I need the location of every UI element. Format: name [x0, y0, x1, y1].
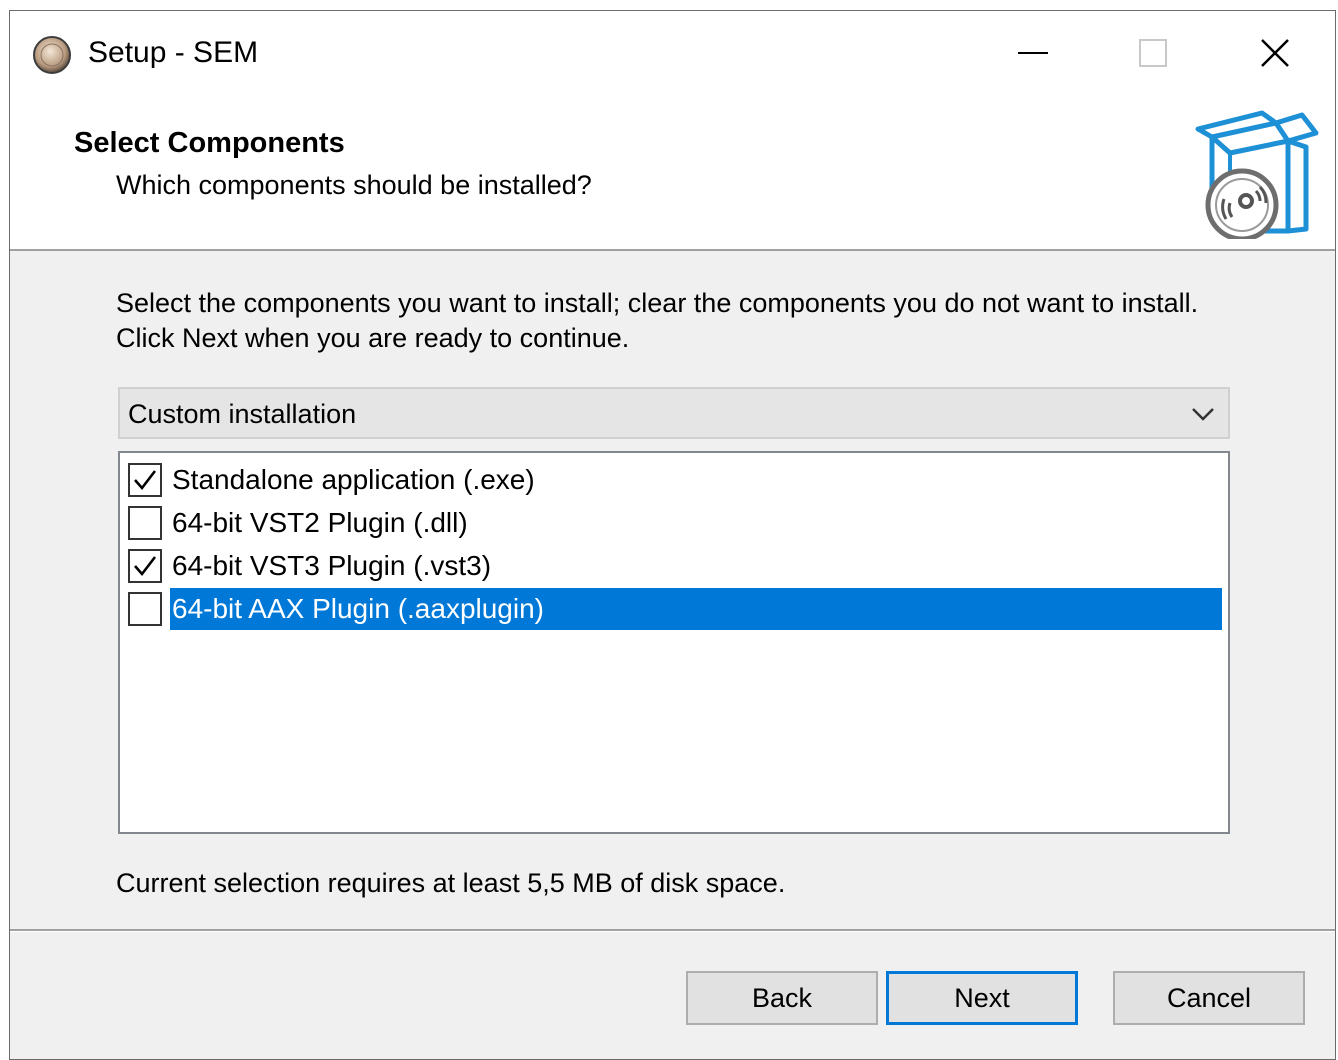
- checkmark-icon: [134, 556, 157, 577]
- install-type-dropdown[interactable]: Custom installation: [118, 387, 1230, 439]
- component-label: 64-bit AAX Plugin (.aaxplugin): [170, 588, 1222, 630]
- component-vst3[interactable]: 64-bit VST3 Plugin (.vst3): [128, 545, 1222, 587]
- title-bar[interactable]: Setup - SEM: [10, 11, 1335, 95]
- wizard-header: Select Components Which components shoul…: [10, 95, 1335, 251]
- component-checkbox[interactable]: [128, 463, 162, 497]
- sem-disc-icon: [33, 36, 71, 74]
- close-icon: [1261, 39, 1289, 67]
- maximize-button[interactable]: [1093, 11, 1213, 95]
- instructions-text: Select the components you want to instal…: [116, 288, 1199, 353]
- setup-window: Setup - SEM Select Components Which comp…: [9, 10, 1336, 1060]
- close-button[interactable]: [1215, 11, 1335, 95]
- page-title: Select Components: [74, 127, 345, 159]
- cancel-button[interactable]: Cancel: [1113, 971, 1305, 1025]
- footer-divider: [10, 929, 1335, 932]
- minimize-button[interactable]: [973, 11, 1093, 95]
- checkmark-icon: [134, 470, 157, 491]
- components-list[interactable]: Standalone application (.exe) 64-bit VST…: [118, 451, 1230, 834]
- component-standalone[interactable]: Standalone application (.exe): [128, 459, 1222, 501]
- component-checkbox[interactable]: [128, 506, 162, 540]
- component-checkbox[interactable]: [128, 549, 162, 583]
- component-label: 64-bit VST2 Plugin (.dll): [172, 507, 468, 538]
- component-checkbox[interactable]: [128, 592, 162, 626]
- next-button[interactable]: Next: [886, 971, 1078, 1025]
- back-button[interactable]: Back: [686, 971, 878, 1025]
- component-label: 64-bit VST3 Plugin (.vst3): [172, 550, 492, 581]
- maximize-icon: [1139, 39, 1167, 67]
- disk-space-text: Current selection requires at least 5,5 …: [116, 868, 786, 898]
- box-disc-icon: [1195, 110, 1319, 239]
- page-subtitle: Which components should be installed?: [116, 170, 592, 200]
- install-type-value: Custom installation: [128, 399, 357, 429]
- component-aax[interactable]: 64-bit AAX Plugin (.aaxplugin): [128, 588, 1222, 630]
- component-label: Standalone application (.exe): [172, 464, 535, 495]
- component-vst2[interactable]: 64-bit VST2 Plugin (.dll): [128, 502, 1222, 544]
- chevron-down-icon: [1192, 408, 1214, 421]
- window-title: Setup - SEM: [88, 36, 259, 69]
- minimize-icon: [1018, 52, 1048, 54]
